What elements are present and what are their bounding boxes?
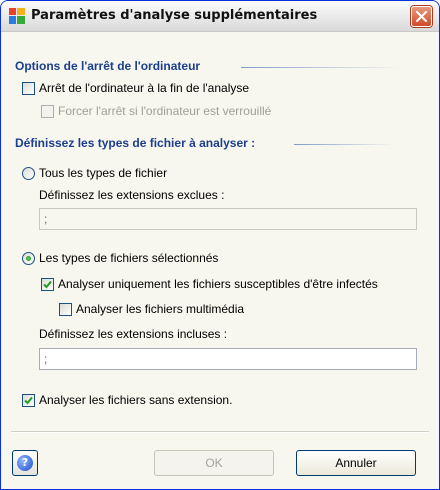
selected-types-label: Les types de fichiers sélectionnés [39, 251, 219, 265]
shutdown-after-scan-label: Arrêt de l'ordinateur à la fin de l'anal… [39, 81, 250, 95]
all-types-label: Tous les types de fichier [39, 166, 168, 180]
help-icon: ? [17, 455, 33, 471]
force-shutdown-checkbox[interactable] [41, 105, 54, 118]
dialog-window: Paramètres d'analyse supplémentaires Opt… [0, 0, 440, 490]
force-shutdown-label: Forcer l'arrêt si l'ordinateur est verro… [58, 104, 272, 118]
checkmark-icon [43, 280, 52, 289]
cancel-button[interactable]: Annuler [296, 450, 416, 476]
footer-separator [11, 431, 429, 433]
selected-types-radio[interactable] [22, 252, 35, 265]
radio-selected-dot [26, 256, 31, 261]
multimedia-checkbox[interactable] [59, 303, 72, 316]
excluded-extensions-label: Définissez les extensions exclues : [39, 188, 225, 202]
dialog-content: Options de l'arrêt de l'ordinateur Arrêt… [1, 32, 439, 489]
window-title: Paramètres d'analyse supplémentaires [31, 8, 318, 23]
avg-logo-icon [9, 8, 25, 24]
close-icon [416, 11, 427, 22]
help-button[interactable]: ? [12, 450, 38, 476]
section-divider [241, 67, 401, 68]
filetypes-section-title: Définissez les types de fichier à analys… [15, 136, 256, 150]
all-types-radio[interactable] [22, 167, 35, 180]
title-bar[interactable]: Paramètres d'analyse supplémentaires [1, 1, 439, 32]
only-infectable-checkbox[interactable] [41, 278, 54, 291]
included-extensions-field[interactable]: ; [39, 348, 417, 370]
excluded-extensions-field[interactable]: ; [39, 208, 417, 230]
no-extension-label: Analyser les fichiers sans extension. [39, 393, 233, 407]
only-infectable-label: Analyser uniquement les fichiers suscept… [58, 277, 378, 291]
close-button[interactable] [411, 6, 432, 27]
checkmark-icon [24, 396, 33, 405]
included-extensions-label: Définissez les extensions incluses : [39, 327, 228, 341]
section-divider [294, 144, 394, 145]
shutdown-after-scan-checkbox[interactable] [22, 82, 35, 95]
multimedia-label: Analyser les fichiers multimédia [76, 302, 245, 316]
shutdown-section-title: Options de l'arrêt de l'ordinateur [15, 59, 201, 73]
ok-button[interactable]: OK [154, 450, 274, 476]
no-extension-checkbox[interactable] [22, 394, 35, 407]
